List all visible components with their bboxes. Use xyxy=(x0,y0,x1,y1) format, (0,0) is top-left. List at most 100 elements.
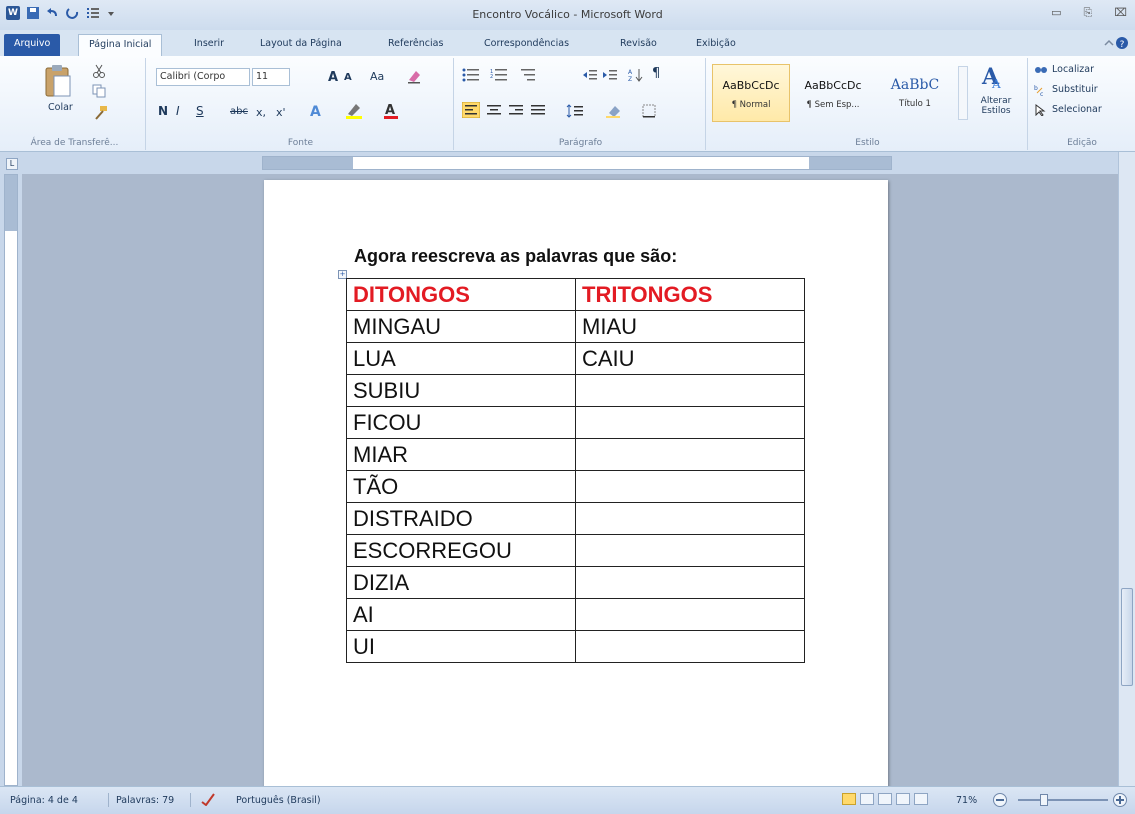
change-styles-button[interactable]: Alterar Estilos xyxy=(976,96,1016,116)
table-cell[interactable] xyxy=(575,630,805,663)
line-spacing-icon[interactable] xyxy=(566,104,584,121)
borders-icon[interactable] xyxy=(642,104,658,121)
document-area[interactable]: Agora reescreva as palavras que são: + D… xyxy=(22,174,1118,786)
table-cell[interactable]: MINGAU xyxy=(346,310,576,343)
tab-inserir[interactable]: Inserir xyxy=(184,34,234,56)
table-cell[interactable] xyxy=(575,534,805,567)
print-layout-icon[interactable] xyxy=(842,793,856,805)
increase-indent-icon[interactable] xyxy=(602,68,618,85)
sort-icon[interactable]: AZ xyxy=(628,68,644,85)
proofing-icon[interactable] xyxy=(200,792,216,809)
bullet-list-icon[interactable] xyxy=(462,68,482,85)
numbered-list-icon[interactable]: 12 xyxy=(490,68,510,85)
shading-icon[interactable] xyxy=(606,104,624,121)
tab-selector-icon[interactable]: L xyxy=(6,158,18,170)
bold-button[interactable]: N xyxy=(158,104,168,118)
close-icon[interactable]: ⌧ xyxy=(1114,6,1127,20)
find-icon[interactable] xyxy=(1034,64,1048,79)
zoom-slider-knob[interactable] xyxy=(1040,794,1048,806)
align-right-icon[interactable] xyxy=(508,104,524,121)
table-cell[interactable]: AI xyxy=(346,598,576,631)
table-cell[interactable]: SUBIU xyxy=(346,374,576,407)
table-cell[interactable]: MIAU xyxy=(575,310,805,343)
justify-icon[interactable] xyxy=(530,104,546,121)
show-formatting-button[interactable]: ¶ xyxy=(652,66,660,81)
scrollbar-thumb[interactable] xyxy=(1121,588,1133,686)
underline-button[interactable]: S xyxy=(196,104,204,118)
replace-button[interactable]: Substituir xyxy=(1052,84,1098,95)
zoom-out-icon[interactable] xyxy=(992,792,1008,811)
align-left-icon[interactable] xyxy=(461,101,481,121)
change-case-button[interactable]: Aa xyxy=(370,70,384,83)
copy-icon[interactable] xyxy=(92,84,106,101)
style-no-spacing[interactable]: AaBbCcDc ¶ Sem Esp... xyxy=(794,64,872,122)
table-cell[interactable]: LUA xyxy=(346,342,576,375)
font-size-combo[interactable]: 11 xyxy=(252,68,290,86)
text-effects-icon[interactable]: A xyxy=(308,102,326,123)
select-icon[interactable] xyxy=(1034,104,1048,119)
table-cell[interactable] xyxy=(575,470,805,503)
table-cell[interactable]: CAIU xyxy=(575,342,805,375)
table-cell[interactable] xyxy=(575,406,805,439)
change-styles-icon[interactable]: AA xyxy=(980,62,1006,93)
superscript-button[interactable]: x' xyxy=(276,106,286,119)
tab-correspondencias[interactable]: Correspondências xyxy=(474,34,579,56)
highlight-icon[interactable] xyxy=(344,102,364,123)
draft-view-icon[interactable] xyxy=(914,793,928,805)
font-name-combo[interactable]: Calibri (Corpo xyxy=(156,68,250,86)
find-button[interactable]: Localizar xyxy=(1052,64,1094,75)
tab-arquivo[interactable]: Arquivo xyxy=(4,34,61,56)
table-cell[interactable]: ESCORREGOU xyxy=(346,534,576,567)
zoom-slider[interactable] xyxy=(1018,799,1108,801)
table-cell[interactable]: DISTRAIDO xyxy=(346,502,576,535)
word-count[interactable]: Palavras: 79 xyxy=(116,795,174,806)
words-table[interactable]: DITONGOS TRITONGOS MINGAU MIAU LUA CAIU SU… xyxy=(346,278,805,663)
strikethrough-button[interactable]: abc xyxy=(230,106,248,117)
horizontal-ruler[interactable] xyxy=(262,156,892,170)
select-button[interactable]: Selecionar xyxy=(1052,104,1102,115)
language-indicator[interactable]: Português (Brasil) xyxy=(236,795,321,806)
document-page[interactable]: Agora reescreva as palavras que são: + D… xyxy=(264,180,888,786)
table-cell[interactable]: FICOU xyxy=(346,406,576,439)
zoom-level[interactable]: 71% xyxy=(956,795,977,806)
styles-scroll[interactable] xyxy=(958,66,968,120)
table-cell[interactable] xyxy=(575,598,805,631)
table-cell[interactable]: DIZIA xyxy=(346,566,576,599)
table-cell[interactable]: UI xyxy=(346,630,576,663)
font-color-icon[interactable]: A xyxy=(382,102,400,123)
outline-view-icon[interactable] xyxy=(896,793,910,805)
align-center-icon[interactable] xyxy=(486,104,502,121)
italic-button[interactable]: I xyxy=(176,104,180,118)
style-normal[interactable]: AaBbCcDc ¶ Normal xyxy=(712,64,790,122)
cut-icon[interactable] xyxy=(92,64,106,81)
vertical-ruler[interactable] xyxy=(4,174,18,786)
table-cell[interactable] xyxy=(575,374,805,407)
tab-revisao[interactable]: Revisão xyxy=(610,34,667,56)
table-cell[interactable] xyxy=(575,502,805,535)
subscript-button[interactable]: x, xyxy=(256,106,266,119)
table-cell[interactable]: MIAR xyxy=(346,438,576,471)
page-count[interactable]: Página: 4 de 4 xyxy=(10,795,78,806)
style-heading-1[interactable]: AaBbC Título 1 xyxy=(876,64,954,122)
table-cell[interactable] xyxy=(575,438,805,471)
grow-font-button[interactable]: A xyxy=(328,70,338,85)
vertical-scrollbar[interactable] xyxy=(1118,152,1135,786)
shrink-font-button[interactable]: A xyxy=(344,72,352,83)
clear-format-icon[interactable] xyxy=(406,68,422,87)
paste-button[interactable]: Colar xyxy=(48,102,73,113)
column-header-ditongos[interactable]: DITONGOS xyxy=(346,278,576,311)
minimize-icon[interactable]: ▭ xyxy=(1051,6,1061,20)
tab-pagina-inicial[interactable]: Página Inicial xyxy=(78,34,163,56)
web-layout-icon[interactable] xyxy=(878,793,892,805)
full-screen-reading-icon[interactable] xyxy=(860,793,874,805)
table-cell[interactable]: TÃO xyxy=(346,470,576,503)
help-icon[interactable]: ? xyxy=(1103,36,1129,53)
replace-icon[interactable]: bc xyxy=(1034,84,1048,99)
decrease-indent-icon[interactable] xyxy=(582,68,598,85)
zoom-in-icon[interactable] xyxy=(1112,792,1128,811)
tab-exibicao[interactable]: Exibição xyxy=(686,34,746,56)
restore-icon[interactable]: ⎘ xyxy=(1084,6,1093,20)
tab-referencias[interactable]: Referências xyxy=(378,34,453,56)
table-cell[interactable] xyxy=(575,566,805,599)
format-painter-icon[interactable] xyxy=(92,106,108,123)
